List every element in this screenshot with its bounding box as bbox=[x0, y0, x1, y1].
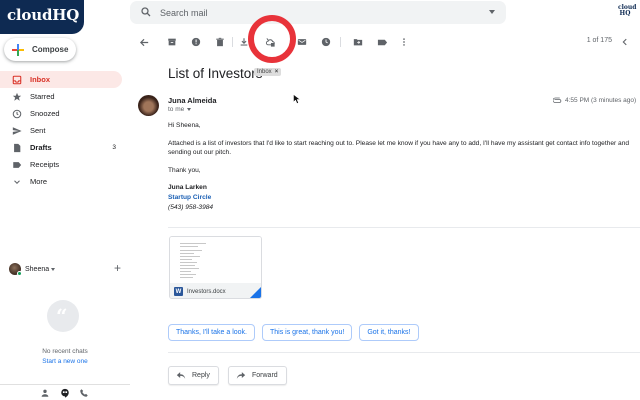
labels-icon[interactable] bbox=[376, 36, 388, 48]
delete-icon[interactable] bbox=[214, 36, 226, 48]
attachment-clip-icon bbox=[552, 96, 562, 105]
pager-text: 1 of 175 bbox=[586, 37, 612, 44]
phone-icon[interactable] bbox=[79, 388, 89, 398]
search-options-icon[interactable] bbox=[489, 10, 495, 14]
inbox-icon bbox=[12, 75, 22, 85]
sidebar-item-sent[interactable]: Sent bbox=[0, 122, 122, 139]
smart-reply-button[interactable]: Thanks, I'll take a look. bbox=[168, 324, 255, 341]
save-to-cloud-icon[interactable] bbox=[264, 36, 276, 48]
hangouts-user-name: Sheena bbox=[25, 265, 50, 273]
draft-icon bbox=[12, 143, 22, 153]
reply-button[interactable]: Reply bbox=[168, 366, 219, 385]
body-line-1: Attached is a list of investors that I'd… bbox=[168, 139, 630, 147]
email-subject: List of Investors bbox=[168, 66, 263, 81]
body-line-2: sending out our pitch. bbox=[168, 149, 232, 157]
back-arrow-icon[interactable] bbox=[138, 36, 150, 48]
mouse-cursor-icon bbox=[293, 93, 301, 106]
sidebar-item-more[interactable]: More bbox=[0, 173, 122, 190]
cloudhq-logo[interactable]: cloudHQ bbox=[0, 0, 84, 34]
sidebar-item-label: Inbox bbox=[30, 75, 50, 84]
no-chats-text: No recent chats bbox=[42, 348, 88, 355]
sidebar-item-label: Snoozed bbox=[30, 109, 60, 118]
greeting-text: Hi Sheena, bbox=[168, 122, 201, 129]
signature-name: Juna Larken bbox=[168, 184, 207, 192]
clock-icon bbox=[12, 109, 22, 119]
sidebar-item-label: Drafts bbox=[30, 143, 52, 152]
attachment-divider bbox=[168, 227, 640, 228]
sender-name[interactable]: Juna Almeida bbox=[168, 96, 217, 105]
sidebar-item-label: Starred bbox=[30, 92, 55, 101]
report-spam-icon[interactable] bbox=[190, 36, 202, 48]
time-text: 4:55 PM (3 minutes ago) bbox=[565, 97, 637, 104]
recipient-details[interactable]: to me bbox=[168, 106, 192, 113]
smart-reply-button[interactable]: Got it, thanks! bbox=[359, 324, 419, 341]
smart-reply-button[interactable]: This is great, thank you! bbox=[261, 324, 353, 341]
to-me-text: to me bbox=[168, 106, 185, 113]
signature-company[interactable]: Startup Circle bbox=[168, 193, 640, 203]
reply-arrow-icon bbox=[176, 371, 186, 380]
archive-icon[interactable] bbox=[166, 36, 178, 48]
cloudhq-corner-logo[interactable]: cloud HQ bbox=[618, 5, 637, 17]
avatar bbox=[9, 263, 22, 276]
sidebar-nav: Inbox Starred Snoozed Sent Drafts 3 Rece… bbox=[0, 71, 125, 190]
chevron-down-icon[interactable] bbox=[51, 267, 56, 271]
smart-replies: Thanks, I'll take a look. This is great,… bbox=[168, 324, 426, 341]
compose-button[interactable]: Compose bbox=[4, 38, 76, 61]
search-icon[interactable] bbox=[140, 6, 152, 20]
message-time: 4:55 PM (3 minutes ago) bbox=[552, 96, 637, 105]
word-doc-icon: W bbox=[174, 287, 183, 296]
forward-label: Forward bbox=[252, 372, 278, 379]
signoff-text: Thank you, bbox=[168, 166, 201, 174]
hangouts-icon[interactable] bbox=[60, 388, 70, 398]
chevron-down-icon[interactable] bbox=[187, 108, 192, 111]
attachment-filename: Investors.docx bbox=[187, 288, 226, 295]
sidebar-item-label: More bbox=[30, 177, 48, 186]
chevron-down-icon bbox=[12, 177, 22, 187]
download-icon[interactable] bbox=[238, 36, 250, 48]
attachment-corner-fold bbox=[250, 287, 261, 298]
signature-phone: (543) 958-3984 bbox=[168, 203, 214, 211]
search-bar[interactable] bbox=[130, 1, 506, 24]
sidebar-item-inbox[interactable]: Inbox bbox=[0, 71, 122, 88]
start-new-chat-link[interactable]: Start a new one bbox=[0, 358, 130, 365]
more-vert-icon[interactable] bbox=[398, 36, 410, 48]
plus-icon bbox=[12, 43, 24, 56]
star-icon bbox=[12, 92, 22, 102]
label-chip-text: Inbox bbox=[257, 69, 272, 75]
mark-unread-icon[interactable] bbox=[296, 36, 308, 48]
forward-arrow-icon bbox=[236, 371, 246, 380]
message-toolbar: 1 of 175 bbox=[130, 30, 640, 54]
forward-button[interactable]: Forward bbox=[228, 366, 287, 385]
sidebar-item-drafts[interactable]: Drafts 3 bbox=[0, 139, 122, 156]
label-icon bbox=[12, 160, 22, 170]
online-status-icon bbox=[17, 271, 22, 276]
inbox-label-chip[interactable]: Inbox × bbox=[254, 68, 282, 76]
hangouts-bubble-icon: “ bbox=[47, 300, 79, 332]
attachment-footer: W Investors.docx bbox=[170, 283, 261, 298]
compose-label: Compose bbox=[32, 45, 69, 54]
search-input[interactable] bbox=[160, 1, 460, 24]
reply-label: Reply bbox=[192, 372, 210, 379]
attachment-preview bbox=[170, 237, 261, 283]
hangouts-bottom-bar bbox=[0, 384, 130, 400]
send-icon bbox=[12, 126, 22, 136]
drafts-count: 3 bbox=[112, 144, 116, 151]
sender-avatar[interactable] bbox=[138, 95, 159, 116]
sidebar-item-receipts[interactable]: Receipts bbox=[0, 156, 122, 173]
attachment-card[interactable]: W Investors.docx bbox=[169, 236, 262, 299]
sidebar-item-label: Receipts bbox=[30, 160, 60, 169]
hangouts-user[interactable]: Sheena + bbox=[9, 261, 121, 276]
remove-label-icon[interactable]: × bbox=[275, 69, 279, 75]
add-chat-icon[interactable]: + bbox=[114, 261, 121, 275]
reply-divider bbox=[168, 352, 640, 353]
person-icon[interactable] bbox=[40, 388, 50, 398]
email-body: Hi Sheena, Attached is a list of investo… bbox=[168, 121, 640, 212]
move-to-icon[interactable] bbox=[352, 36, 364, 48]
sidebar-item-label: Sent bbox=[30, 126, 46, 135]
chevron-left-icon[interactable] bbox=[620, 36, 630, 48]
sidebar-item-starred[interactable]: Starred bbox=[0, 88, 122, 105]
snooze-icon[interactable] bbox=[320, 36, 332, 48]
sidebar-item-snoozed[interactable]: Snoozed bbox=[0, 105, 122, 122]
cloudhq-logo-text: cloudHQ bbox=[7, 6, 80, 24]
